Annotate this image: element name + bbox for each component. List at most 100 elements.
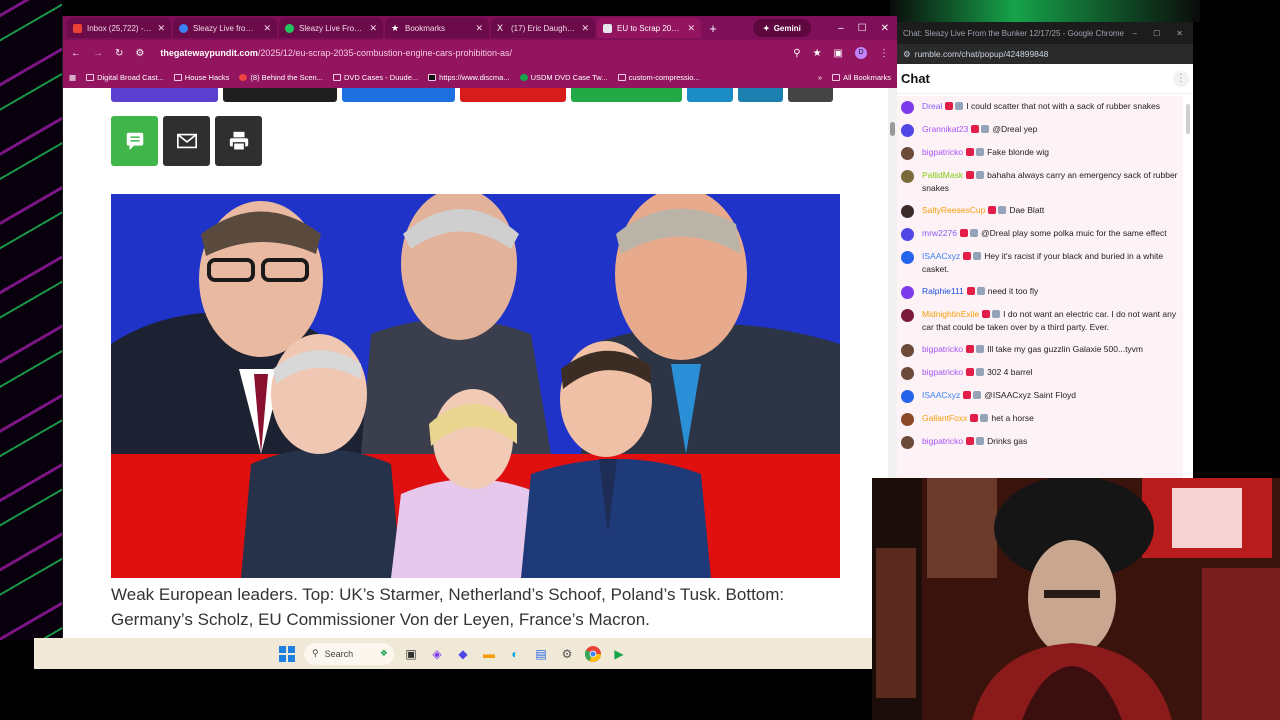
share-button[interactable] xyxy=(571,88,682,102)
bookmark-item[interactable]: USDM DVD Case Tw... xyxy=(519,73,608,82)
chat-message-list[interactable]: Dreal I could scatter that not with a sac… xyxy=(897,96,1183,478)
more-bookmarks-button[interactable]: » xyxy=(818,73,822,82)
bookmark-item[interactable]: House Hacks xyxy=(173,73,229,82)
tab-close-icon[interactable]: ✕ xyxy=(369,23,377,34)
chat-message[interactable]: Grannikat23 @Dreal yep xyxy=(897,119,1183,142)
tab-bookmarks[interactable]: ★ Bookmarks ✕ xyxy=(385,18,489,38)
chat-message[interactable]: bigpatricko Ill take my gas guzzlin Galax… xyxy=(897,339,1183,362)
all-bookmarks-button[interactable]: All Bookmarks xyxy=(832,73,891,82)
chat-message[interactable]: ISAACxyz Hey it's racist if your black an… xyxy=(897,246,1183,281)
chat-message[interactable]: MidnightinExile I do not want an electric… xyxy=(897,304,1183,339)
chat-message[interactable]: bigpatricko Drinks gas xyxy=(897,431,1183,454)
bookmark-item[interactable]: (8) Behind the Scen... xyxy=(239,73,323,82)
tab-eu-scrap-2035[interactable]: EU to Scrap 2035 C ✕ xyxy=(597,18,701,38)
share-button[interactable] xyxy=(788,88,833,102)
user-avatar[interactable] xyxy=(901,251,914,264)
tab-close-icon[interactable]: ✕ xyxy=(581,23,589,34)
user-avatar[interactable] xyxy=(901,124,914,137)
user-avatar[interactable] xyxy=(901,367,914,380)
profile-avatar[interactable]: D xyxy=(855,47,867,59)
site-info-icon[interactable]: ⚙ xyxy=(135,48,144,59)
bookmark-item[interactable]: DVD Cases - Duude... xyxy=(332,73,418,82)
url-field[interactable]: thegatewaypundit.com/2025/12/eu-scrap-20… xyxy=(156,44,781,62)
chat-close-button[interactable]: ✕ xyxy=(1176,29,1183,38)
chat-username[interactable]: Ralphie111 xyxy=(922,286,964,296)
user-avatar[interactable] xyxy=(901,390,914,403)
chat-username[interactable]: SaltyReesesCup xyxy=(922,205,985,215)
new-tab-button[interactable]: + xyxy=(703,21,723,36)
tab-eric-daugherty[interactable]: X (17) Eric Daugherty ✕ xyxy=(491,18,595,38)
share-button[interactable] xyxy=(460,88,566,102)
tab-sleazy-live-1[interactable]: Sleazy Live from th ✕ xyxy=(173,18,277,38)
user-avatar[interactable] xyxy=(901,228,914,241)
chat-message[interactable]: mrw2276 @Dreal play some polka muic for t… xyxy=(897,223,1183,246)
gemini-button[interactable]: ✦ Gemini xyxy=(753,19,811,37)
user-avatar[interactable] xyxy=(901,413,914,426)
edge-icon[interactable]: ◐ xyxy=(506,645,524,663)
sidepanel-icon[interactable]: ▣ xyxy=(834,48,843,59)
chat-username[interactable]: bigpatricko xyxy=(922,344,963,354)
zoom-icon[interactable]: ⚲ xyxy=(793,48,800,59)
chat-options-icon[interactable]: ⋮ xyxy=(1173,70,1189,87)
share-button[interactable] xyxy=(223,88,337,102)
chat-message[interactable]: Ralphie111 need it too fly xyxy=(897,281,1183,304)
share-button[interactable] xyxy=(342,88,455,102)
tab-sleazy-live-2[interactable]: Sleazy Live From th ✕ xyxy=(279,18,383,38)
chat-username[interactable]: Grannikat23 xyxy=(922,124,968,134)
user-avatar[interactable] xyxy=(901,286,914,299)
chat-message[interactable]: bigpatricko Fake blonde wig xyxy=(897,142,1183,165)
chat-scrollbar[interactable] xyxy=(1183,96,1193,478)
close-window-button[interactable]: ✕ xyxy=(881,23,889,34)
bookmark-star-icon[interactable]: ★ xyxy=(813,48,822,59)
chat-message[interactable]: SaltyReesesCup Dae Blatt xyxy=(897,200,1183,223)
store-icon[interactable]: ▤ xyxy=(532,645,550,663)
chat-message[interactable]: bigpatricko 302 4 barrel xyxy=(897,362,1183,385)
chat-username[interactable]: bigpatricko xyxy=(922,147,963,157)
chat-username[interactable]: MidnightinExile xyxy=(922,309,979,319)
minimize-button[interactable]: – xyxy=(838,23,844,34)
email-share-button[interactable] xyxy=(163,116,210,166)
user-avatar[interactable] xyxy=(901,170,914,183)
chat-username[interactable]: ISAACxyz xyxy=(922,390,960,400)
taskbar-search[interactable]: ⚲ Search ❖ xyxy=(304,642,394,665)
chat-message[interactable]: Dreal I could scatter that not with a sac… xyxy=(897,96,1183,119)
share-button[interactable] xyxy=(111,88,218,102)
scrollbar-thumb[interactable] xyxy=(1186,104,1190,134)
copilot-icon[interactable]: ◈ xyxy=(428,645,446,663)
file-explorer-icon[interactable]: ▬ xyxy=(480,645,498,663)
maximize-button[interactable]: ☐ xyxy=(858,23,867,34)
menu-kebab-icon[interactable]: ⋮ xyxy=(879,48,889,59)
user-avatar[interactable] xyxy=(901,309,914,322)
chat-message[interactable]: PallidMask bahaha always carry an emergen… xyxy=(897,165,1183,200)
windows-start-icon[interactable] xyxy=(278,645,296,663)
user-avatar[interactable] xyxy=(901,101,914,114)
chat-username[interactable]: bigpatricko xyxy=(922,367,963,377)
tab-inbox[interactable]: Inbox (25,722) - hy ✕ xyxy=(67,18,171,38)
chat-username[interactable]: mrw2276 xyxy=(922,228,957,238)
forward-arrow-icon[interactable]: → xyxy=(93,48,103,59)
bookmark-item[interactable]: Digital Broad Cast... xyxy=(86,73,164,82)
tab-close-icon[interactable]: ✕ xyxy=(157,23,165,34)
teams-icon[interactable]: ◆ xyxy=(454,645,472,663)
chat-message[interactable]: ISAACxyz @ISAACxyz Saint Floyd xyxy=(897,385,1183,408)
scrollbar-thumb[interactable] xyxy=(890,122,895,136)
share-button[interactable] xyxy=(687,88,733,102)
chat-username[interactable]: GallantFoxx xyxy=(922,413,967,423)
share-button[interactable] xyxy=(738,88,783,102)
chat-username[interactable]: ISAACxyz xyxy=(922,251,960,261)
reload-icon[interactable]: ↻ xyxy=(115,48,123,59)
apps-grid-icon[interactable]: ▦ xyxy=(69,73,76,82)
task-view-icon[interactable]: ▣ xyxy=(402,645,420,663)
settings-icon[interactable]: ⚙ xyxy=(558,645,576,663)
back-arrow-icon[interactable]: ← xyxy=(71,48,81,59)
tab-close-icon[interactable]: ✕ xyxy=(475,23,483,34)
tab-close-icon[interactable]: ✕ xyxy=(263,23,271,34)
chrome-icon[interactable] xyxy=(584,645,602,663)
user-avatar[interactable] xyxy=(901,205,914,218)
chat-username[interactable]: Dreal xyxy=(922,101,942,111)
sms-share-button[interactable] xyxy=(111,116,158,166)
rumble-app-icon[interactable]: ▶ xyxy=(610,645,628,663)
chat-username[interactable]: bigpatricko xyxy=(922,436,963,446)
bookmark-item[interactable]: https://www.discma... xyxy=(428,73,510,82)
print-button[interactable] xyxy=(215,116,262,166)
